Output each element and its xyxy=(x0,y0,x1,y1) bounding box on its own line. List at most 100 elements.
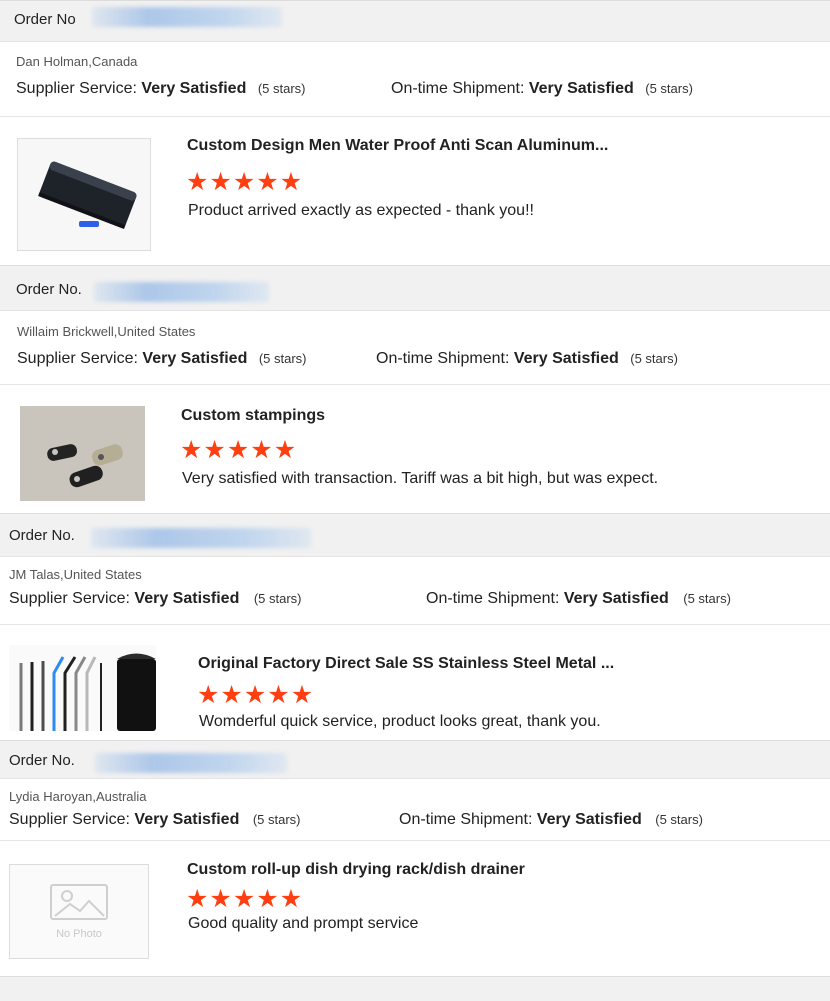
on-time-shipment-stars: (5 stars) xyxy=(630,351,678,366)
on-time-shipment-value: Very Satisfied xyxy=(536,811,642,828)
on-time-shipment-label: On-time Shipment: xyxy=(391,80,525,97)
product-star-rating: ★★★★★ xyxy=(197,683,314,708)
on-time-shipment-value: Very Satisfied xyxy=(563,590,669,607)
star-icon: ★ xyxy=(180,436,204,464)
redacted-order-number xyxy=(94,282,269,302)
supplier-service-rating: Supplier Service: Very Satisfied (5 star… xyxy=(9,811,300,829)
review-card: Order No. Lydia Haroyan,Australia Suppli… xyxy=(0,740,830,1001)
aluminum-wallet-image xyxy=(18,139,150,250)
product-review: Original Factory Direct Sale SS Stainles… xyxy=(0,624,830,741)
metal-stampings-image xyxy=(20,406,145,501)
star-icon: ★ xyxy=(273,436,298,464)
supplier-service-stars: (5 stars) xyxy=(253,591,302,606)
on-time-shipment-rating: On-time Shipment: Very Satisfied (5 star… xyxy=(376,350,678,368)
star-icon: ★ xyxy=(209,885,233,913)
review-text: Good quality and prompt service xyxy=(188,915,419,932)
star-icon: ★ xyxy=(209,168,233,196)
order-number-label: Order No. xyxy=(9,527,75,544)
on-time-shipment-rating: On-time Shipment: Very Satisfied (5 star… xyxy=(399,811,703,829)
buyer-name: Lydia Haroyan,Australia xyxy=(9,789,147,804)
buyer-info: Lydia Haroyan,Australia Supplier Service… xyxy=(0,778,830,841)
supplier-service-label: Supplier Service: xyxy=(9,811,130,828)
product-thumbnail[interactable] xyxy=(17,138,151,251)
next-order-bar xyxy=(0,976,830,1001)
supplier-service-stars: (5 stars) xyxy=(258,351,307,366)
steel-straws-image xyxy=(9,645,156,731)
supplier-service-stars: (5 stars) xyxy=(252,812,301,827)
buyer-info: Dan Holman,Canada Supplier Service: Very… xyxy=(0,40,830,117)
buyer-name: JM Talas,United States xyxy=(9,567,142,582)
on-time-shipment-rating: On-time Shipment: Very Satisfied (5 star… xyxy=(391,80,693,98)
product-title[interactable]: Custom Design Men Water Proof Anti Scan … xyxy=(187,137,608,155)
supplier-service-rating: Supplier Service: Very Satisfied (5 star… xyxy=(17,350,306,368)
product-review: Custom stampings ★★★★★ Very satisfied wi… xyxy=(0,384,830,514)
supplier-service-rating: Supplier Service: Very Satisfied (5 star… xyxy=(9,590,301,608)
buyer-info: Willaim Brickwell,United States Supplier… xyxy=(0,310,830,385)
supplier-service-value: Very Satisfied xyxy=(134,590,240,607)
supplier-service-label: Supplier Service: xyxy=(16,80,137,97)
star-icon: ★ xyxy=(256,885,280,913)
star-icon: ★ xyxy=(186,168,210,196)
product-thumbnail[interactable] xyxy=(20,406,145,501)
product-title[interactable]: Original Factory Direct Sale SS Stainles… xyxy=(198,655,614,673)
star-icon: ★ xyxy=(279,885,304,913)
supplier-service-value: Very Satisfied xyxy=(142,350,248,367)
on-time-shipment-stars: (5 stars) xyxy=(683,591,731,606)
supplier-service-rating: Supplier Service: Very Satisfied (5 star… xyxy=(16,80,305,98)
product-star-rating: ★★★★★ xyxy=(180,438,297,463)
on-time-shipment-rating: On-time Shipment: Very Satisfied (5 star… xyxy=(426,590,731,608)
redacted-order-number xyxy=(91,528,311,548)
star-icon: ★ xyxy=(232,885,257,913)
star-icon: ★ xyxy=(197,681,221,709)
buyer-name: Dan Holman,Canada xyxy=(16,54,138,69)
buyer-name: Willaim Brickwell,United States xyxy=(17,324,196,339)
review-card: Order No. JM Talas,United States Supplie… xyxy=(0,513,830,741)
review-card: Order No Dan Holman,Canada Supplier Serv… xyxy=(0,0,830,266)
order-bar: Order No. xyxy=(0,513,830,557)
star-icon: ★ xyxy=(267,681,291,709)
order-bar: Order No. xyxy=(0,265,830,311)
supplier-service-label: Supplier Service: xyxy=(9,590,130,607)
product-star-rating: ★★★★★ xyxy=(186,887,303,912)
no-photo-label: No Photo xyxy=(56,928,102,940)
order-bar: Order No. xyxy=(0,740,830,779)
star-icon: ★ xyxy=(186,885,210,913)
review-card: Order No. Willaim Brickwell,United State… xyxy=(0,265,830,514)
star-icon: ★ xyxy=(220,681,244,709)
supplier-service-value: Very Satisfied xyxy=(134,811,240,828)
order-bar: Order No xyxy=(0,0,830,42)
supplier-service-value: Very Satisfied xyxy=(141,80,247,97)
review-text: Very satisfied with transaction. Tariff … xyxy=(182,470,659,487)
redacted-order-number xyxy=(95,753,287,773)
star-icon: ★ xyxy=(226,436,251,464)
star-icon: ★ xyxy=(232,168,257,196)
order-number-label: Order No. xyxy=(9,752,75,769)
product-review: No Photo Custom roll-up dish drying rack… xyxy=(0,840,830,977)
product-title[interactable]: Custom stampings xyxy=(181,407,325,425)
supplier-service-label: Supplier Service: xyxy=(17,350,138,367)
product-review: Custom Design Men Water Proof Anti Scan … xyxy=(0,116,830,266)
order-number-label: Order No xyxy=(14,11,76,28)
redacted-order-number xyxy=(92,7,282,27)
product-thumbnail[interactable]: No Photo xyxy=(9,864,149,959)
product-title[interactable]: Custom roll-up dish drying rack/dish dra… xyxy=(187,861,525,879)
star-icon: ★ xyxy=(290,681,315,709)
no-photo-image xyxy=(10,865,148,958)
review-text: Womderful quick service, product looks g… xyxy=(199,713,601,730)
on-time-shipment-label: On-time Shipment: xyxy=(376,350,510,367)
review-text: Product arrived exactly as expected - th… xyxy=(188,202,534,219)
star-icon: ★ xyxy=(243,681,268,709)
star-icon: ★ xyxy=(203,436,227,464)
on-time-shipment-label: On-time Shipment: xyxy=(399,811,533,828)
product-thumbnail[interactable] xyxy=(9,645,156,731)
star-icon: ★ xyxy=(256,168,280,196)
on-time-shipment-stars: (5 stars) xyxy=(645,81,693,96)
supplier-service-stars: (5 stars) xyxy=(257,81,306,96)
product-star-rating: ★★★★★ xyxy=(186,170,303,195)
star-icon: ★ xyxy=(250,436,274,464)
star-icon: ★ xyxy=(279,168,304,196)
on-time-shipment-stars: (5 stars) xyxy=(655,812,703,827)
order-number-label: Order No. xyxy=(16,281,82,298)
on-time-shipment-label: On-time Shipment: xyxy=(426,590,560,607)
on-time-shipment-value: Very Satisfied xyxy=(513,350,619,367)
